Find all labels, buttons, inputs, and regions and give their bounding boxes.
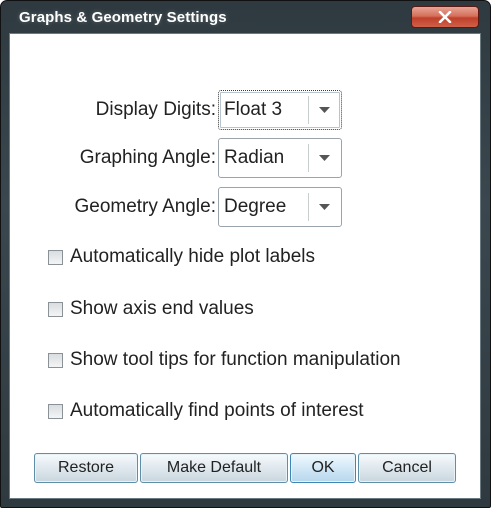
restore-button[interactable]: Restore	[34, 453, 138, 483]
cancel-button[interactable]: Cancel	[358, 453, 456, 483]
option-show-axis-end-values[interactable]: Show axis end values	[48, 296, 254, 322]
checkbox[interactable]	[48, 249, 63, 265]
geometry-angle-value: Degree	[224, 196, 287, 217]
geometry-angle-row: Geometry Angle: Degree	[10, 187, 480, 227]
option-hide-plot-labels[interactable]: Automatically hide plot labels	[48, 244, 315, 270]
checkbox[interactable]	[48, 403, 63, 419]
option-label: Show axis end values	[70, 298, 254, 319]
display-digits-label: Display Digits:	[95, 99, 216, 120]
graphing-angle-select[interactable]: Radian	[218, 138, 342, 178]
button-bar: Restore Make Default OK Cancel	[34, 453, 458, 485]
option-show-tool-tips[interactable]: Show tool tips for function manipulation	[48, 347, 401, 373]
graphing-angle-label: Graphing Angle:	[79, 147, 216, 168]
ok-button[interactable]: OK	[290, 453, 356, 483]
dialog-body: Display Digits: Float 3 Graphing Angle: …	[9, 33, 481, 499]
option-label: Show tool tips for function manipulation	[70, 349, 401, 370]
make-default-button[interactable]: Make Default	[140, 453, 288, 483]
chevron-down-icon[interactable]	[308, 96, 339, 124]
dialog-title: Graphs & Geometry Settings	[19, 9, 227, 26]
display-digits-row: Display Digits: Float 3	[10, 90, 480, 130]
checkbox[interactable]	[48, 352, 63, 368]
geometry-angle-label: Geometry Angle:	[74, 196, 216, 217]
option-label: Automatically hide plot labels	[70, 246, 316, 267]
checkbox[interactable]	[48, 301, 63, 317]
graphing-angle-value: Radian	[224, 147, 285, 168]
chevron-down-icon[interactable]	[308, 144, 339, 172]
display-digits-select[interactable]: Float 3	[218, 90, 342, 130]
close-x-icon	[438, 11, 452, 23]
option-label: Automatically find points of interest	[70, 400, 364, 421]
graphing-angle-row: Graphing Angle: Radian	[10, 138, 480, 178]
settings-dialog: Graphs & Geometry Settings Display Digit…	[0, 0, 491, 508]
title-bar[interactable]: Graphs & Geometry Settings	[1, 1, 490, 33]
chevron-down-icon[interactable]	[308, 193, 339, 221]
geometry-angle-select[interactable]: Degree	[218, 187, 342, 227]
option-find-points-of-interest[interactable]: Automatically find points of interest	[48, 398, 364, 424]
display-digits-value: Float 3	[224, 99, 283, 120]
close-button[interactable]	[411, 6, 479, 28]
